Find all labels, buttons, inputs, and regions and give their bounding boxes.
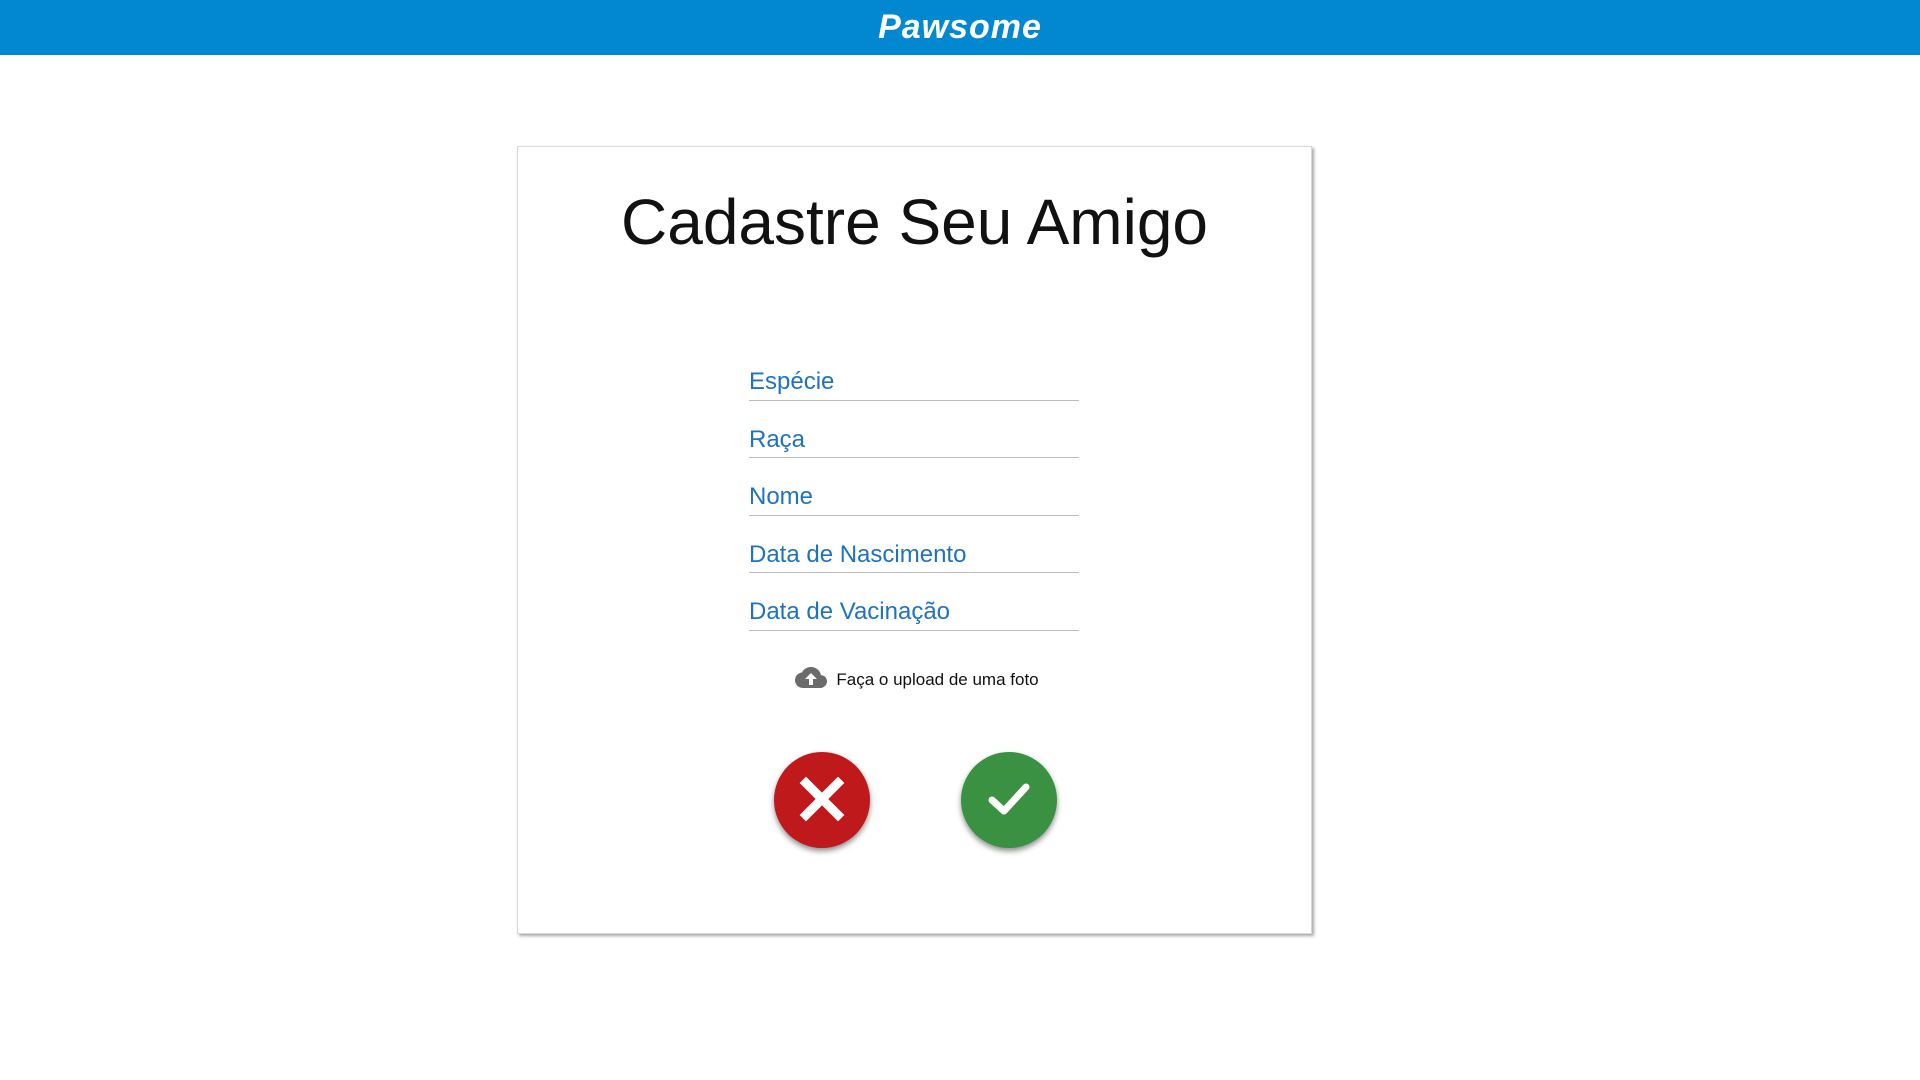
register-pet-card: Cadastre Seu Amigo Faça o upload de uma: [517, 146, 1312, 934]
birthdate-input[interactable]: [749, 537, 1079, 573]
upload-photo-label: Faça o upload de uma foto: [836, 669, 1039, 689]
form-title: Cadastre Seu Amigo: [621, 186, 1208, 258]
breed-field-wrapper: [749, 401, 1079, 458]
close-icon: [799, 776, 845, 825]
birthdate-field-wrapper: [749, 516, 1079, 573]
vaccination-date-input[interactable]: [749, 594, 1079, 631]
vaccination-date-field-wrapper: [749, 573, 1079, 631]
breed-input[interactable]: [749, 422, 1079, 458]
species-input[interactable]: [749, 364, 1079, 401]
species-field-wrapper: [749, 343, 1079, 401]
upload-photo-button[interactable]: Faça o upload de uma foto: [518, 665, 1311, 694]
name-input[interactable]: [749, 479, 1079, 516]
upload-photo-content: Faça o upload de uma foto: [790, 665, 1039, 694]
cancel-button[interactable]: [774, 752, 870, 848]
cloud-upload-icon: [794, 665, 828, 694]
app-brand: Pawsome: [878, 8, 1042, 46]
confirm-button[interactable]: [961, 752, 1057, 848]
check-icon: [986, 776, 1032, 825]
form-fields: [749, 343, 1079, 631]
name-field-wrapper: [749, 458, 1079, 516]
top-bar: Pawsome: [0, 0, 1920, 55]
